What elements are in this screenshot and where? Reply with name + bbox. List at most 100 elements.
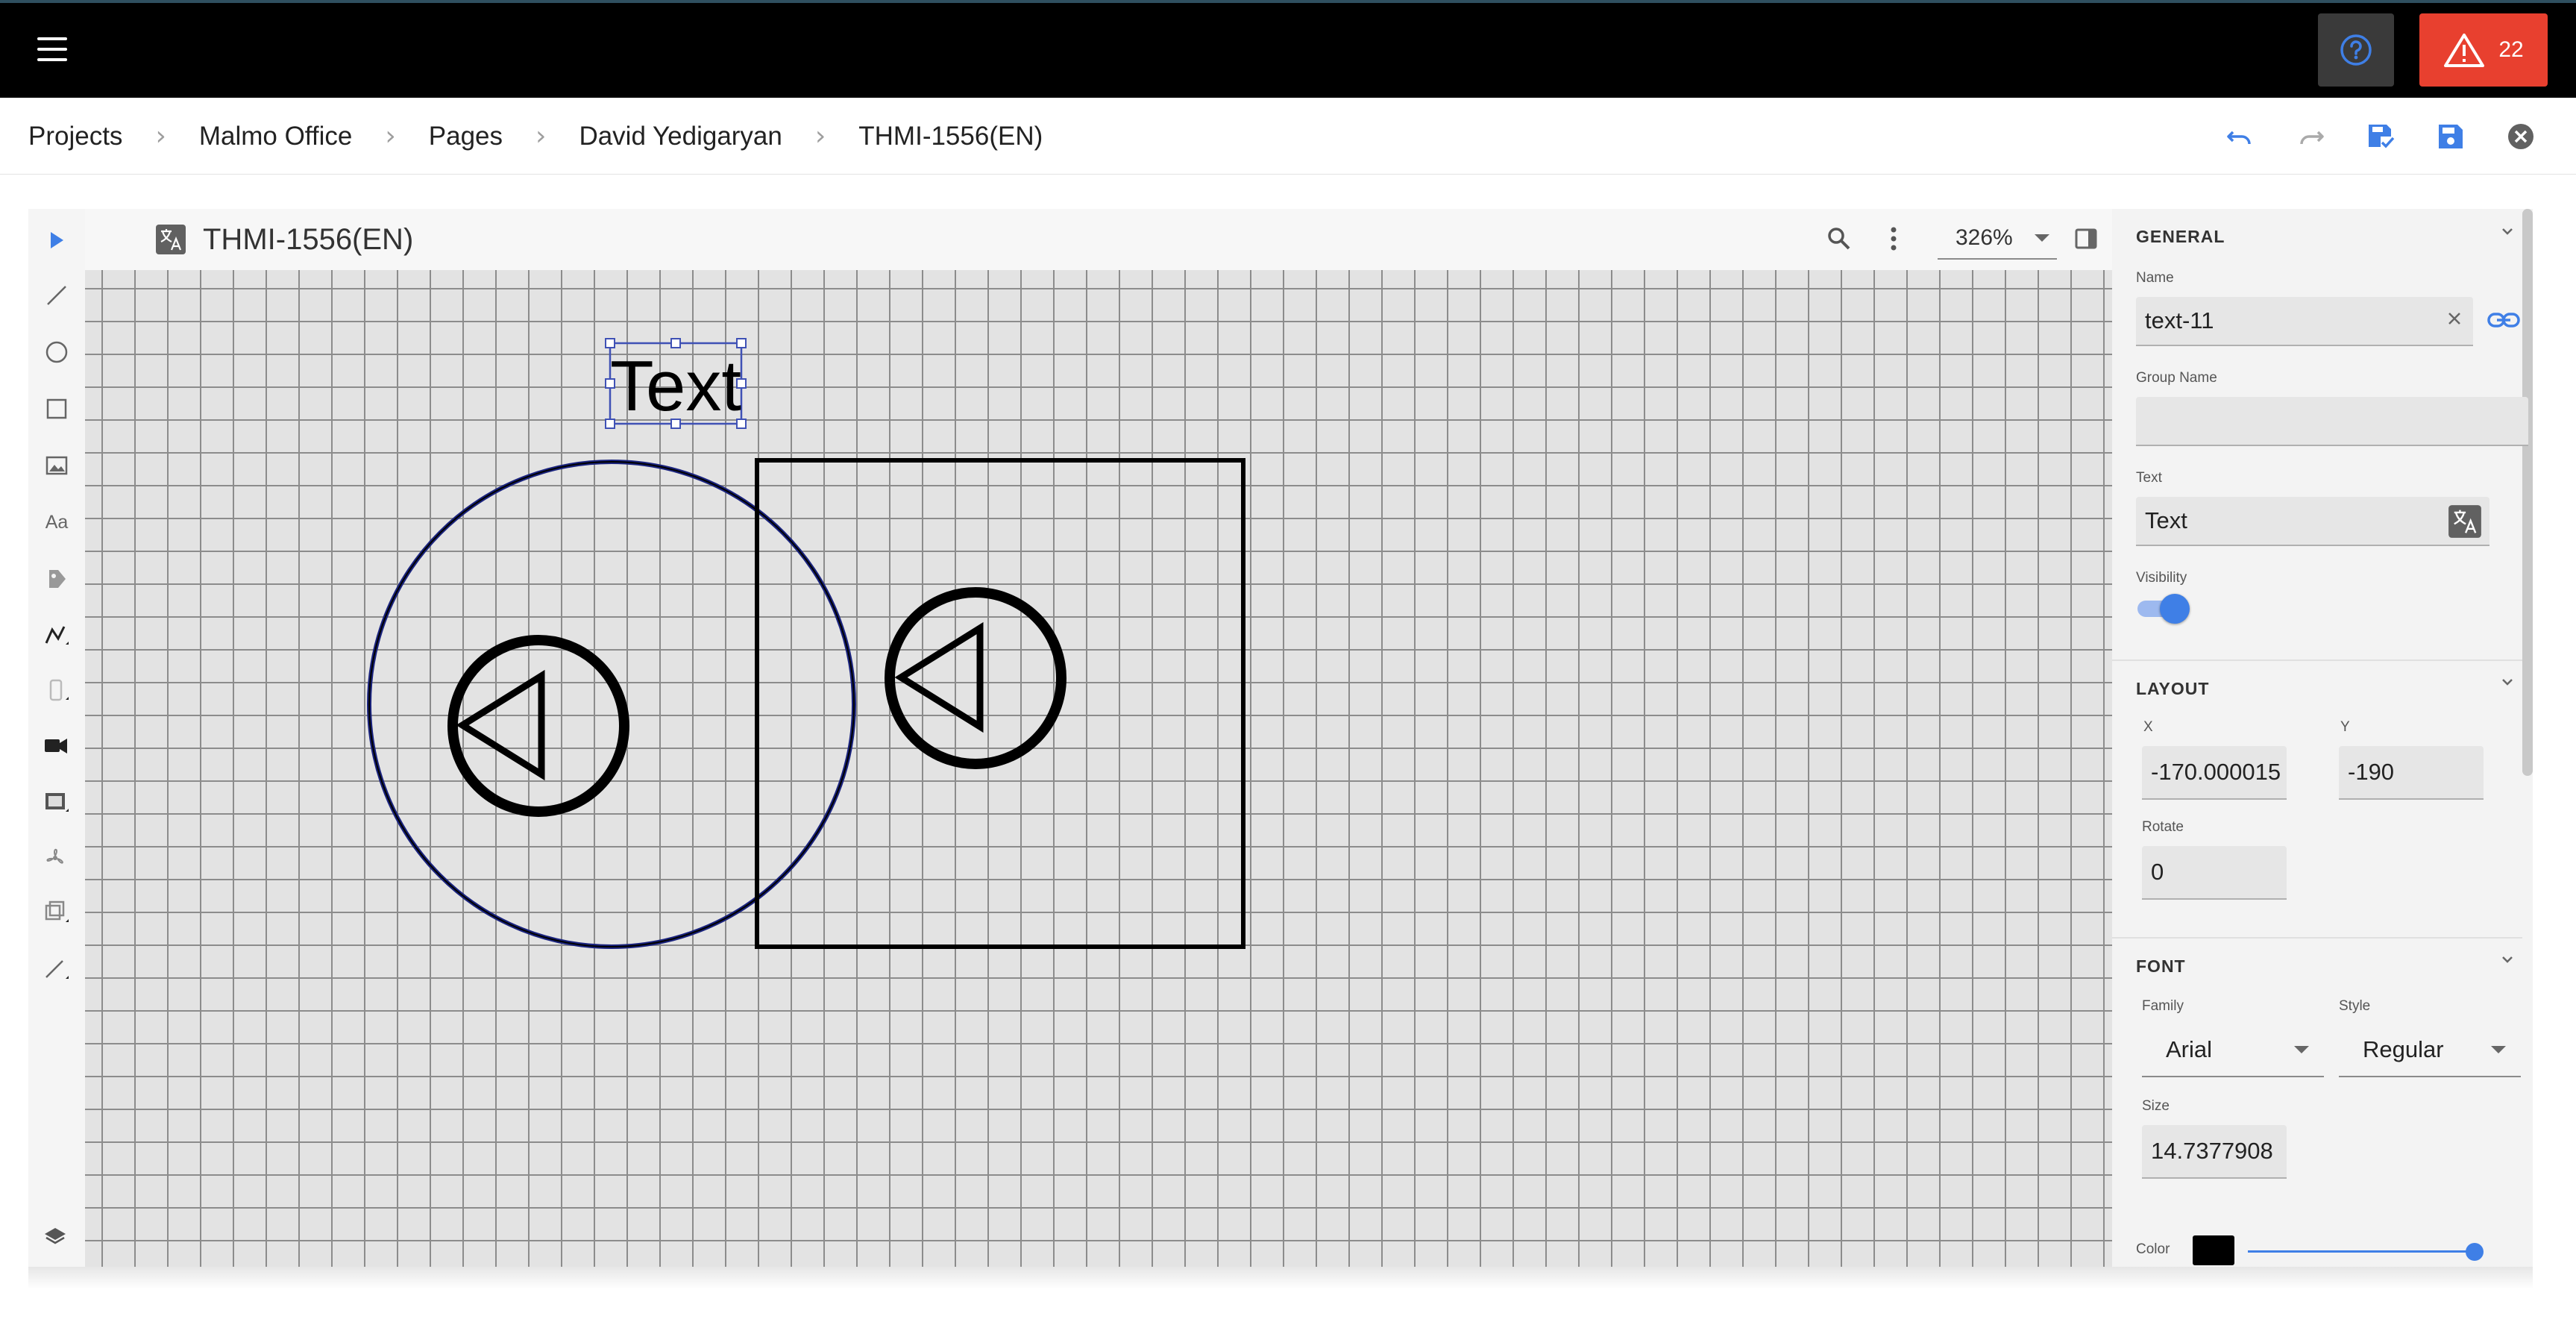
undo-icon[interactable] <box>2222 119 2258 154</box>
chevron-down-icon[interactable] <box>2500 224 2515 239</box>
more-options-icon[interactable] <box>1882 222 1905 255</box>
text-value: Text <box>2145 507 2187 533</box>
text-tool-label: Aa <box>45 511 69 533</box>
name-label: Name <box>2136 270 2174 286</box>
fit-page-icon[interactable] <box>2073 225 2100 252</box>
search-icon[interactable] <box>1824 224 1854 254</box>
tag-icon[interactable] <box>42 564 72 594</box>
alert-count-badge: 22 <box>2498 37 2524 62</box>
name-field[interactable]: text-11 <box>2136 297 2473 346</box>
warning-icon <box>2444 34 2485 67</box>
pointer-icon[interactable] <box>42 225 72 255</box>
font-family-value: Arial <box>2166 1036 2213 1062</box>
x-field[interactable]: -170.000015 <box>2142 746 2287 800</box>
font-size-value: 14.7377908 <box>2151 1138 2273 1164</box>
rectangle-shape[interactable] <box>755 458 1245 949</box>
image-icon[interactable] <box>42 451 72 480</box>
font-style-select[interactable]: Regular <box>2339 1024 2521 1077</box>
breadcrumb-item-project[interactable]: Malmo Office <box>199 122 353 151</box>
page-bottom-shadow <box>28 1267 2533 1289</box>
font-style-value: Regular <box>2363 1036 2444 1062</box>
x-value: -170.000015 <box>2151 759 2281 785</box>
close-circle-icon[interactable] <box>2503 119 2539 154</box>
clear-icon[interactable] <box>2446 310 2463 327</box>
translate-icon[interactable] <box>2448 504 2482 539</box>
device-icon[interactable] <box>42 676 72 706</box>
pen-icon[interactable] <box>42 955 72 985</box>
editor-workspace: Aa THMI-1556(EN) 326% Text GENERAL Name … <box>28 209 2533 1267</box>
text-field[interactable]: Text <box>2136 497 2489 546</box>
link-icon[interactable] <box>2487 309 2521 331</box>
x-label: X <box>2143 719 2153 735</box>
line-icon[interactable] <box>42 281 72 310</box>
alerts-button[interactable]: 22 <box>2419 13 2548 87</box>
rectangle-icon[interactable] <box>42 394 72 424</box>
polyline-icon[interactable] <box>42 621 72 651</box>
tool-rail: Aa <box>28 209 85 1267</box>
group-name-field[interactable] <box>2136 397 2528 446</box>
y-value: -190 <box>2348 759 2395 785</box>
group-name-label: Group Name <box>2136 370 2217 386</box>
section-header-general: GENERAL <box>2136 227 2225 246</box>
save-icon[interactable] <box>2433 119 2469 154</box>
fan-icon[interactable] <box>42 843 72 873</box>
save-verify-icon[interactable] <box>2363 119 2398 154</box>
chevron-down-icon <box>2035 234 2049 242</box>
camera-icon[interactable] <box>42 731 72 761</box>
family-label: Family <box>2142 998 2184 1014</box>
page-title-group: THMI-1556(EN) <box>155 209 413 270</box>
properties-panel: GENERAL Name text-11 Group Name Text Tex… <box>2112 209 2533 1267</box>
breadcrumb-separator: › <box>535 121 547 151</box>
page-title: THMI-1556(EN) <box>203 222 414 256</box>
chevron-down-icon[interactable] <box>2500 952 2515 967</box>
help-button[interactable] <box>2318 13 2394 87</box>
divider <box>2112 937 2522 939</box>
editor-actions <box>2222 98 2539 175</box>
toggle-knob <box>2160 594 2190 624</box>
zoom-select[interactable]: 326% <box>1938 218 2057 260</box>
top-accent-line <box>0 0 2576 3</box>
breadcrumb-item-pages[interactable]: Pages <box>429 122 503 151</box>
gauge-icon[interactable] <box>42 788 72 818</box>
text-label: Text <box>2136 470 2162 486</box>
breadcrumb-item-projects[interactable]: Projects <box>28 122 122 151</box>
translate-icon[interactable] <box>155 224 186 255</box>
breadcrumb-separator: › <box>155 121 166 151</box>
play-symbol-shape[interactable] <box>447 635 629 817</box>
top-app-bar: 22 <box>0 0 2576 98</box>
drawing-canvas[interactable]: Text <box>85 270 2112 1267</box>
canvas-text-element: Text <box>610 346 741 426</box>
breadcrumb-item-folder[interactable]: David Yedigaryan <box>579 122 782 151</box>
visibility-toggle[interactable] <box>2136 591 2190 624</box>
selected-text-element[interactable]: Text <box>605 338 747 429</box>
breadcrumb: Projects › Malmo Office › Pages › David … <box>28 98 1043 175</box>
redo-icon[interactable] <box>2293 119 2328 154</box>
chevron-down-icon[interactable] <box>2500 674 2515 689</box>
section-header-layout: LAYOUT <box>2136 679 2210 698</box>
play-symbol-shape[interactable] <box>885 587 1066 769</box>
canvas-shapes: Text <box>367 338 1245 949</box>
chevron-down-icon <box>2491 1046 2506 1053</box>
font-size-field[interactable]: 14.7377908 <box>2142 1125 2287 1179</box>
breadcrumb-separator: › <box>385 121 396 151</box>
hamburger-menu-icon[interactable] <box>37 37 70 61</box>
text-tool-icon[interactable]: Aa <box>42 507 72 537</box>
size-label: Size <box>2142 1098 2170 1114</box>
rotate-field[interactable]: 0 <box>2142 846 2287 900</box>
copy-icon[interactable] <box>42 898 72 928</box>
layers-icon[interactable] <box>42 1224 72 1253</box>
y-label: Y <box>2340 719 2350 735</box>
rotate-value: 0 <box>2151 859 2164 885</box>
properties-scrollbar[interactable] <box>2522 209 2533 776</box>
zoom-value: 326% <box>1955 225 2013 250</box>
circle-icon[interactable] <box>42 337 72 367</box>
font-color-swatch[interactable] <box>2193 1235 2234 1265</box>
y-field[interactable]: -190 <box>2339 746 2484 800</box>
font-family-select[interactable]: Arial <box>2142 1024 2324 1077</box>
opacity-slider-knob[interactable] <box>2466 1243 2484 1261</box>
opacity-slider-track[interactable] <box>2248 1250 2473 1253</box>
circle-shape[interactable] <box>367 460 856 949</box>
canvas-header: THMI-1556(EN) 326% <box>85 209 2112 270</box>
breadcrumb-separator: › <box>814 121 826 151</box>
breadcrumb-item-page: THMI-1556(EN) <box>858 121 1043 151</box>
